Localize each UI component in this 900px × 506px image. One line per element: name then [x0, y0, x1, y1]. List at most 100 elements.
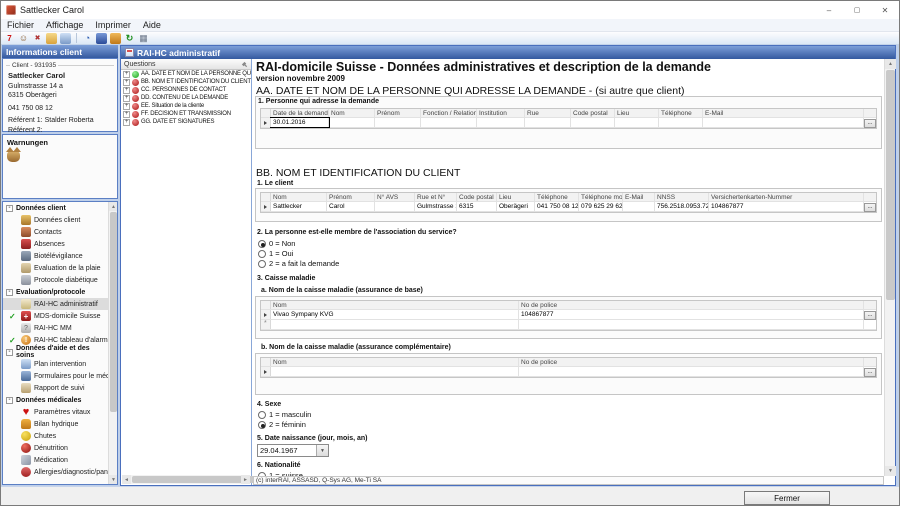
nav-item-plan-intervention[interactable]: Plan intervention — [3, 358, 108, 370]
scroll-left-icon[interactable] — [122, 475, 131, 484]
ellipsis-button[interactable] — [864, 311, 876, 320]
scroll-right-icon[interactable] — [241, 475, 250, 484]
delete-icon[interactable] — [32, 33, 43, 44]
nav-item-rai-hc-administratif[interactable]: RAI-HC administratif — [3, 298, 108, 310]
fermer-button[interactable]: Fermer — [744, 491, 830, 505]
nav-item-evaluation-plaie[interactable]: Evaluation de la plaie — [3, 262, 108, 274]
nav-group-evaluation-protocole[interactable]: Evaluation/protocole — [3, 286, 108, 298]
expand-icon[interactable] — [123, 111, 130, 118]
save-icon[interactable] — [96, 33, 107, 44]
versicherten-cell[interactable]: 104867877 — [709, 202, 864, 211]
tree-item-cc[interactable]: CC. PERSONNES DE CONTACT — [121, 86, 251, 94]
tree-item-gg[interactable]: GG. DATE ET SIGNATURES — [121, 118, 251, 126]
close-window-button[interactable] — [871, 1, 899, 19]
cell[interactable] — [525, 118, 571, 127]
q4-option-1[interactable]: 2 = féminin — [258, 420, 306, 429]
ellipsis-button[interactable] — [864, 368, 876, 377]
window-icon[interactable] — [60, 33, 71, 44]
prenom-cell[interactable]: Carol — [327, 202, 375, 211]
birthdate-combobox[interactable]: 29.04.1967 — [257, 444, 329, 457]
scroll-down-icon[interactable] — [109, 475, 118, 484]
nav-item-denutrition[interactable]: Dénutrition — [3, 442, 108, 454]
radio-icon[interactable] — [258, 421, 266, 429]
pin-icon[interactable] — [241, 61, 248, 68]
minimize-button[interactable] — [815, 1, 843, 19]
expand-icon[interactable] — [123, 95, 130, 102]
scroll-up-icon[interactable]: ▲ — [885, 59, 896, 69]
scroll-down-icon[interactable]: ▼ — [885, 466, 896, 476]
chevron-down-icon[interactable] — [316, 445, 328, 456]
refresh-icon[interactable] — [124, 33, 135, 44]
scroll-thumb[interactable] — [886, 70, 895, 300]
lieu-cell[interactable]: Oberägeri — [497, 202, 535, 211]
menu-imprimer[interactable]: Imprimer — [89, 20, 137, 30]
nav-item-rai-hc-mm[interactable]: RAI-HC MM — [3, 322, 108, 334]
nav-scrollbar[interactable] — [108, 202, 117, 484]
nnss-cell[interactable]: 756.2518.0953.72 — [655, 202, 709, 211]
nav-group-donnees-aide-soins[interactable]: Données d'aide et des soins — [3, 346, 108, 358]
tree-hscrollbar[interactable] — [122, 475, 250, 484]
cell[interactable] — [271, 367, 519, 376]
tree-item-ee[interactable]: EE. Situation de la cliente — [121, 102, 251, 110]
folder-icon[interactable] — [46, 33, 57, 44]
form-scrollbar[interactable]: ▲ ▼ — [884, 59, 895, 476]
cell[interactable] — [703, 118, 864, 127]
expand-icon[interactable] — [123, 119, 130, 126]
email-cell[interactable] — [623, 202, 655, 211]
cell[interactable] — [571, 118, 615, 127]
nav-item-medication[interactable]: Médication — [3, 454, 108, 466]
seven-icon[interactable] — [4, 33, 15, 44]
nav-group-donnees-client[interactable]: Données client — [3, 202, 108, 214]
telephone-cell[interactable]: 041 750 08 12 — [535, 202, 579, 211]
menu-aide[interactable]: Aide — [137, 20, 167, 30]
ellipsis-button[interactable] — [864, 203, 876, 212]
user-icon[interactable] — [18, 33, 29, 44]
avs-cell[interactable] — [375, 202, 415, 211]
cell[interactable] — [329, 118, 375, 127]
nav-item-allergies[interactable]: Allergies/diagnostic/pandémie — [3, 466, 108, 478]
nav-item-bilan-hydrique[interactable]: Bilan hydrique — [3, 418, 108, 430]
menu-fichier[interactable]: Fichier — [1, 20, 40, 30]
cell[interactable] — [421, 118, 477, 127]
tree-item-bb[interactable]: BB. NOM ET IDENTIFICATION DU CLIENT — [121, 78, 251, 86]
nav-item-rapport-suivi[interactable]: Rapport de suivi — [3, 382, 108, 394]
radio-icon[interactable] — [258, 260, 266, 268]
q4-option-0[interactable]: 1 = masculin — [258, 410, 311, 419]
caisse-nom-cell[interactable]: Vivao Sympany KVG — [271, 310, 519, 319]
rue-cell[interactable]: Gulmstrasse 14 a — [415, 202, 457, 211]
collapse-icon[interactable] — [6, 205, 13, 212]
expand-icon[interactable] — [123, 71, 130, 78]
cell[interactable] — [519, 320, 864, 329]
q2-option-2[interactable]: 2 = a fait la demande — [258, 259, 339, 268]
mobile-cell[interactable]: 079 625 29 62 — [579, 202, 623, 211]
scroll-up-icon[interactable] — [109, 202, 118, 211]
q2-option-0[interactable]: 0 = Non — [258, 239, 295, 248]
nav-item-rai-hc-tableau-alarmes[interactable]: RAI-HC tableau d'alarmes — [3, 334, 108, 346]
nav-item-formulaires-medecin[interactable]: Formulaires pour le médecin — [3, 370, 108, 382]
nav-item-chutes[interactable]: Chutes — [3, 430, 108, 442]
collapse-icon[interactable] — [6, 289, 13, 296]
collapse-icon[interactable] — [6, 397, 13, 404]
nav-group-donnees-medicales[interactable]: Données médicales — [3, 394, 108, 406]
expand-icon[interactable] — [123, 79, 130, 86]
cell[interactable] — [519, 367, 864, 376]
nav-item-absences[interactable]: Absences — [3, 238, 108, 250]
menu-affichage[interactable]: Affichage — [40, 20, 89, 30]
expand-icon[interactable] — [123, 103, 130, 110]
cell[interactable] — [375, 118, 421, 127]
nav-item-protocole-diabetique[interactable]: Protocole diabétique — [3, 274, 108, 286]
expand-icon[interactable] — [123, 87, 130, 94]
radio-icon[interactable] — [258, 411, 266, 419]
cell[interactable] — [659, 118, 703, 127]
tree-item-dd[interactable]: DD. CONTENU DE LA DEMANDE — [121, 94, 251, 102]
date-demande-cell[interactable]: 30.01.2016 — [271, 118, 329, 127]
clock-icon[interactable] — [82, 33, 93, 44]
maximize-button[interactable] — [843, 1, 871, 19]
cell[interactable] — [615, 118, 659, 127]
tree-item-aa[interactable]: AA. DATE ET NOM DE LA PERSONNE QUI AD — [121, 70, 251, 78]
radio-icon[interactable] — [258, 240, 266, 248]
lock-icon[interactable] — [110, 33, 121, 44]
nav-item-donnees-client[interactable]: Données client — [3, 214, 108, 226]
radio-icon[interactable] — [258, 250, 266, 258]
code-postal-cell[interactable]: 6315 — [457, 202, 497, 211]
